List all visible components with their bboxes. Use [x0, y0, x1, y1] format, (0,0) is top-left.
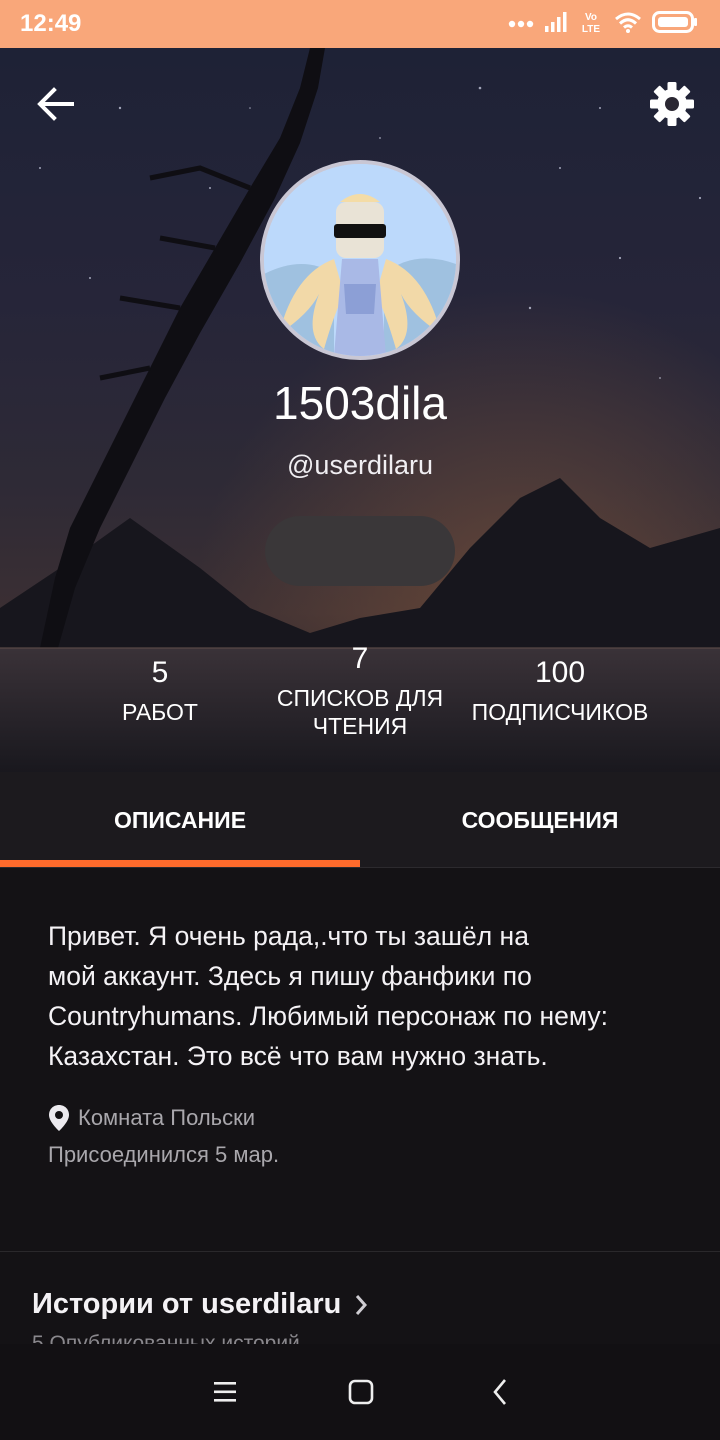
lists-label-line2: ЧТЕНИЯ: [312, 713, 408, 739]
location-pin-icon: [49, 1105, 69, 1131]
stat-reading-lists[interactable]: 7 СПИСКОВ ДЛЯ ЧТЕНИЯ: [260, 642, 460, 740]
volte-icon: Vo LTE: [578, 9, 604, 40]
active-tab-indicator: [0, 860, 360, 867]
settings-button[interactable]: [646, 78, 698, 130]
back-button[interactable]: [30, 80, 82, 128]
followers-count: 100: [534, 656, 586, 689]
profile-tabs: ОПИСАНИЕ СООБЩЕНИЯ: [0, 772, 720, 868]
stories-link[interactable]: Истории от userdilaru: [32, 1288, 369, 1321]
back-triangle-icon: [493, 1379, 506, 1405]
location-text: Комната Польски: [78, 1105, 256, 1130]
battery-icon: [652, 10, 698, 38]
follow-button[interactable]: [265, 516, 455, 586]
stories-section: Истории от userdilaru 5 Опубликованных и…: [0, 1252, 720, 1352]
tab-description[interactable]: ОПИСАНИЕ: [0, 772, 360, 868]
tab-messages[interactable]: СООБЩЕНИЯ: [360, 772, 720, 868]
arrow-left-icon: [37, 87, 74, 121]
about-line: Countryhumans. Любимый персонаж по нему:: [48, 1001, 608, 1031]
svg-text:LTE: LTE: [582, 24, 600, 35]
avatar[interactable]: [260, 160, 460, 360]
status-bar: 12:49 Vo LTE: [0, 0, 720, 48]
followers-label: ПОДПИСЧИКОВ: [471, 699, 649, 725]
works-count: 5: [151, 656, 169, 689]
gear-icon: [650, 82, 694, 126]
menu-button[interactable]: [199, 1366, 251, 1418]
about-section: Привет. Я очень рада,.что ты зашёл на мо…: [0, 868, 720, 1252]
status-icons: Vo LTE: [508, 10, 698, 38]
signal-icon: [544, 11, 568, 38]
lists-label-line1: СПИСКОВ ДЛЯ: [276, 685, 444, 711]
about-line: мой аккаунт. Здесь я пишу фанфики по: [48, 961, 532, 991]
stat-works[interactable]: 5 РАБОТ: [80, 656, 240, 726]
tab-messages-label: СООБЩЕНИЯ: [461, 806, 619, 833]
profile-screen: 12:49 Vo LTE 1503dila @userdilaru 5 РАБО…: [0, 0, 720, 1440]
location-row: Комната Польски: [48, 1104, 255, 1132]
wifi-icon: [614, 11, 642, 38]
avatar-image: [264, 164, 456, 356]
display-name: 1503dila: [273, 377, 447, 429]
status-time: 12:49: [20, 10, 82, 37]
joined-date: Присоединился 5 мар.: [48, 1142, 280, 1167]
svg-text:Vo: Vo: [585, 12, 597, 23]
lists-count: 7: [351, 642, 369, 675]
system-navigation-bar: [0, 1344, 720, 1440]
home-button[interactable]: [335, 1366, 387, 1418]
chevron-right-icon: [356, 1294, 368, 1315]
about-line: Казахстан. Это всё что вам нужно знать.: [48, 1041, 548, 1071]
username: @userdilaru: [287, 450, 433, 480]
stories-title: Истории от userdilaru: [32, 1288, 342, 1320]
home-square-icon: [348, 1379, 374, 1405]
menu-icon: [214, 1382, 236, 1402]
about-text: Привет. Я очень рада,.что ты зашёл на мо…: [48, 916, 678, 1076]
tab-description-label: ОПИСАНИЕ: [113, 806, 247, 833]
dots-icon: [508, 15, 534, 33]
about-line: Привет. Я очень рада,.что ты зашёл на: [48, 921, 529, 951]
works-label: РАБОТ: [122, 699, 198, 725]
system-back-button[interactable]: [474, 1366, 526, 1418]
stat-followers[interactable]: 100 ПОДПИСЧИКОВ: [460, 656, 660, 726]
